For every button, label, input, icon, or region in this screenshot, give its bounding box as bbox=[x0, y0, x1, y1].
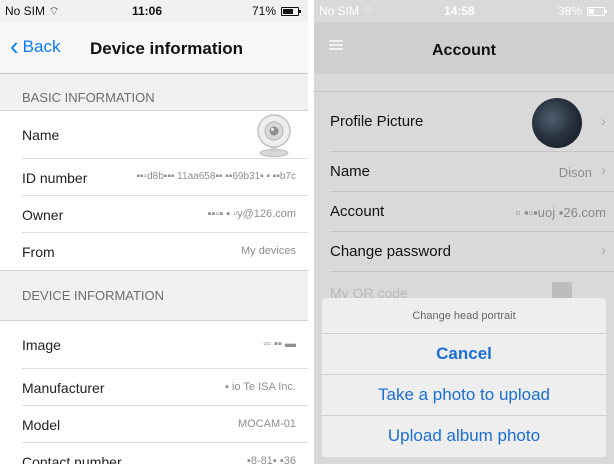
carrier-label: No SIM ⌔ bbox=[319, 4, 374, 18]
row-value: ▪ io Te ISA Inc. bbox=[225, 381, 296, 393]
row-value: ▪8-81▪ ▪36 bbox=[246, 455, 296, 464]
webcam-icon bbox=[257, 114, 291, 157]
basic-information-list: Name ID number ▪▪▫d8b▪▪▪ 11aa658▪▪ ▪▪69b… bbox=[0, 110, 308, 271]
nav-bar: Account bbox=[314, 22, 614, 74]
cancel-button[interactable]: Cancel bbox=[322, 334, 606, 375]
list-item-id-number: ID number ▪▪▫d8b▪▪▪ 11aa658▪▪ ▪▪69b31▪ ▪… bbox=[22, 159, 308, 196]
list-item-change-password[interactable]: Change password › bbox=[330, 232, 614, 272]
row-label: Owner bbox=[22, 207, 64, 223]
list-item-from: From My devices bbox=[22, 233, 308, 270]
take-photo-button[interactable]: Take a photo to upload bbox=[322, 375, 606, 416]
list-item-manufacturer: Manufacturer ▪ io Te ISA Inc. bbox=[22, 369, 308, 406]
chevron-right-icon: › bbox=[601, 162, 606, 179]
account-list: Profile Picture › Name Dison › Account ▫… bbox=[314, 91, 614, 272]
list-item-name[interactable]: Name Dison › bbox=[330, 152, 614, 192]
row-value: My devices bbox=[240, 245, 296, 257]
back-label: Back bbox=[22, 37, 61, 56]
action-sheet-title: Change head portrait bbox=[322, 298, 606, 334]
status-bar: No SIM ⌔ 14:58 38% bbox=[314, 0, 614, 22]
row-value: MOCAM-01 bbox=[237, 418, 296, 430]
row-label: Model bbox=[22, 417, 61, 433]
list-item-owner: Owner ▪▪▫▪ ▪ ▫y@126.com bbox=[22, 196, 308, 233]
row-label: Change password bbox=[330, 243, 451, 260]
action-sheet: Change head portrait Cancel Take a photo… bbox=[314, 298, 614, 464]
status-bar: No SIM ⌔ 11:06 71% bbox=[0, 0, 308, 22]
row-value: ▪▪▫d8b▪▪▪ 11aa658▪▪ ▪▪69b31▪ ▪ ▪▪b7c bbox=[136, 171, 296, 182]
account-screen: No SIM ⌔ 14:58 38% Account Profile Pictu… bbox=[314, 0, 614, 464]
row-value: Dison bbox=[558, 165, 592, 180]
row-value: ▪▪▫▪ ▪ ▫y@126.com bbox=[207, 208, 296, 220]
list-item-account: Account ▫ ▪▫▪uoj ▪26.com bbox=[330, 192, 614, 232]
page-title: Device information bbox=[90, 39, 244, 58]
row-label: Contact number bbox=[22, 454, 122, 464]
chevron-right-icon: › bbox=[601, 113, 606, 130]
device-information-header: DEVICE INFORMATION bbox=[22, 288, 165, 303]
row-label: Profile Picture bbox=[330, 113, 424, 130]
back-button[interactable]: ‹ Back bbox=[10, 31, 61, 61]
row-label: From bbox=[22, 244, 55, 260]
chevron-left-icon: ‹ bbox=[10, 31, 19, 61]
device-information-list: Image ▫▫ ▪▪ ▬ Manufacturer ▪ io Te ISA I… bbox=[0, 320, 308, 464]
row-label: Name bbox=[330, 163, 371, 180]
list-item-profile-picture[interactable]: Profile Picture › bbox=[330, 92, 614, 152]
row-label: Manufacturer bbox=[22, 380, 105, 396]
battery-icon bbox=[281, 7, 301, 16]
list-item-model: Model MOCAM-01 bbox=[22, 406, 308, 443]
basic-information-header: BASIC INFORMATION bbox=[22, 90, 155, 105]
row-value: ▫ ▪▫▪uoj ▪26.com bbox=[515, 205, 606, 220]
list-item-name: Name bbox=[22, 111, 308, 159]
upload-album-photo-button[interactable]: Upload album photo bbox=[322, 416, 606, 457]
page-title: Account bbox=[432, 42, 496, 59]
device-information-screen: No SIM ⌔ 11:06 71% ‹ Back Device informa… bbox=[0, 0, 308, 464]
row-label: Name bbox=[22, 127, 60, 143]
battery-icon bbox=[587, 7, 607, 16]
carrier-label: No SIM ⌔ bbox=[5, 4, 60, 18]
row-label: ID number bbox=[22, 170, 88, 186]
list-item-image: Image ▫▫ ▪▪ ▬ bbox=[22, 321, 308, 369]
avatar bbox=[532, 98, 582, 148]
list-item-contact-number: Contact number ▪8-81▪ ▪36 bbox=[22, 443, 308, 464]
wifi-icon: ⌔ bbox=[362, 4, 374, 18]
battery-percent: 38% bbox=[558, 4, 583, 18]
wifi-icon: ⌔ bbox=[48, 4, 60, 18]
action-sheet-group: Change head portrait Cancel Take a photo… bbox=[322, 298, 606, 457]
clock: 14:58 bbox=[444, 4, 475, 18]
clock: 11:06 bbox=[132, 4, 163, 18]
row-label: Image bbox=[22, 337, 61, 353]
row-value: ▫▫ ▪▪ ▬ bbox=[263, 338, 296, 350]
row-label: Account bbox=[330, 203, 385, 220]
chevron-right-icon: › bbox=[601, 242, 606, 259]
battery-percent: 71% bbox=[252, 4, 277, 18]
nav-bar: ‹ Back Device information bbox=[0, 22, 308, 74]
